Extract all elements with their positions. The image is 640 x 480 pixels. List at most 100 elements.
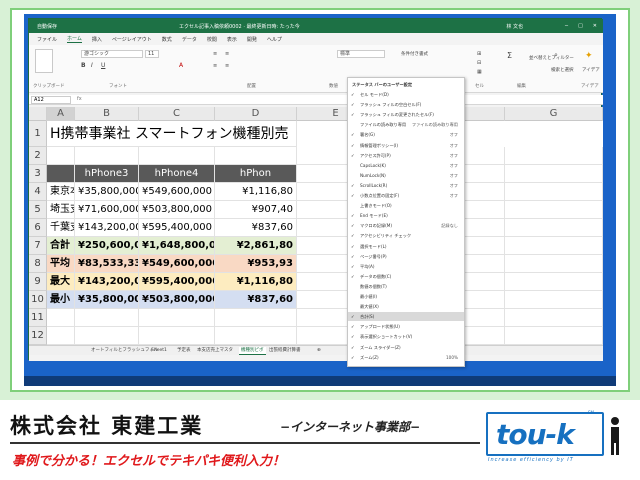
italic-icon[interactable]: I bbox=[91, 62, 93, 69]
cell[interactable]: ¥83,533,333 bbox=[75, 255, 139, 273]
column-header[interactable]: C bbox=[139, 107, 215, 121]
minimize-icon[interactable]: ─ bbox=[565, 23, 568, 29]
cell[interactable] bbox=[47, 327, 75, 345]
cell[interactable]: 東京本店 bbox=[47, 183, 75, 201]
user-name[interactable]: 林 文也 bbox=[506, 23, 523, 30]
menu-item[interactable]: CapsLock(K) オフ bbox=[348, 161, 464, 170]
cell[interactable] bbox=[215, 309, 297, 327]
menu-item[interactable]: 最大値(X) bbox=[348, 302, 464, 311]
cell[interactable]: ¥71,600,000 bbox=[75, 201, 139, 219]
menu-item[interactable]: ✓ マクロの記録(M) 記録なし bbox=[348, 221, 464, 230]
cell[interactable]: ¥953,93 bbox=[215, 255, 297, 273]
maximize-icon[interactable]: □ bbox=[578, 23, 583, 29]
cell[interactable]: ¥595,400,000 bbox=[139, 219, 215, 237]
sheet-tab[interactable]: 機種別ピボ bbox=[239, 347, 266, 355]
cell[interactable]: ¥907,40 bbox=[215, 201, 297, 219]
ribbon-tab[interactable]: ファイル bbox=[37, 36, 57, 43]
row-header[interactable]: 8 bbox=[29, 255, 47, 273]
menu-item[interactable]: 最小値(I) bbox=[348, 292, 464, 301]
cell[interactable]: 埼玉支店 bbox=[47, 201, 75, 219]
menu-item[interactable]: NumLock(N) オフ bbox=[348, 171, 464, 180]
bold-icon[interactable]: B bbox=[81, 62, 86, 69]
row-header[interactable]: 12 bbox=[29, 327, 47, 345]
sheet-tab[interactable]: 予定表 bbox=[175, 347, 193, 355]
add-sheet-icon[interactable]: ⊕ bbox=[315, 347, 323, 355]
menu-item[interactable]: ✓ ズーム スライダー(Z) bbox=[348, 343, 464, 352]
align-center-icon[interactable]: ≡ bbox=[225, 63, 229, 69]
menu-item[interactable]: ✓ 情報管理ポリシー(I) オフ bbox=[348, 141, 464, 150]
cell[interactable] bbox=[215, 327, 297, 345]
sort-filter-button[interactable]: 並べ替えとフィルター bbox=[529, 55, 574, 61]
cell[interactable]: ¥35,800,000 bbox=[75, 183, 139, 201]
row-header[interactable]: 9 bbox=[29, 273, 47, 291]
ribbon-tab[interactable]: 挿入 bbox=[92, 36, 102, 43]
conditional-format-button[interactable]: 条件付き書式 bbox=[401, 51, 428, 57]
cell[interactable]: H携帯事業社 スマートフォン機種別売 bbox=[47, 121, 297, 147]
cell[interactable]: ¥2,861,80 bbox=[215, 237, 297, 255]
menu-item[interactable]: ✓ アップロード状態(U) bbox=[348, 322, 464, 331]
cell[interactable]: 千葉支店 bbox=[47, 219, 75, 237]
autosum-icon[interactable]: Σ bbox=[507, 51, 512, 60]
select-all-corner[interactable] bbox=[29, 107, 47, 121]
cell[interactable]: 平均 bbox=[47, 255, 75, 273]
insert-cell-icon[interactable]: ⊞ bbox=[477, 51, 481, 57]
menu-item[interactable]: 上書きモード(O) bbox=[348, 201, 464, 210]
cell[interactable]: ¥837,60 bbox=[215, 219, 297, 237]
font-name-select[interactable]: 游ゴシック bbox=[81, 50, 143, 58]
ribbon-tab[interactable]: 校閲 bbox=[207, 36, 217, 43]
ribbon-tab[interactable]: データ bbox=[182, 36, 197, 43]
menu-item[interactable]: ✓ ScrollLock(R) オフ bbox=[348, 181, 464, 190]
menu-item[interactable]: ✓ フラッシュ フィルの空白セル(F) bbox=[348, 100, 464, 109]
cell[interactable]: hPhone4 bbox=[139, 165, 215, 183]
autosave-label[interactable]: 自動保存 bbox=[37, 23, 57, 30]
sheet-tab[interactable]: Sheet1 bbox=[149, 347, 169, 355]
menu-item[interactable]: 数値の個数(T) bbox=[348, 282, 464, 291]
cell[interactable] bbox=[47, 165, 75, 183]
menu-item[interactable]: ✓ データの個数(C) bbox=[348, 272, 464, 281]
cell[interactable] bbox=[75, 147, 139, 165]
column-header[interactable]: B bbox=[75, 107, 139, 121]
column-header[interactable]: A bbox=[47, 107, 75, 121]
row-header[interactable]: 11 bbox=[29, 309, 47, 327]
menu-item[interactable]: ✓ アクセシビリティ チェック bbox=[348, 231, 464, 240]
cell[interactable] bbox=[505, 219, 603, 237]
cell[interactable]: ¥35,800,000 bbox=[75, 291, 139, 309]
row-header[interactable]: 3 bbox=[29, 165, 47, 183]
row-header[interactable]: 10 bbox=[29, 291, 47, 309]
ribbon-tab[interactable]: 数式 bbox=[162, 36, 172, 43]
ribbon-tab[interactable]: ホーム bbox=[67, 35, 82, 43]
cell[interactable]: 最大 bbox=[47, 273, 75, 291]
cell[interactable]: ¥250,600,000 bbox=[75, 237, 139, 255]
cell[interactable] bbox=[505, 237, 603, 255]
cell[interactable]: ¥1,648,800,000 bbox=[139, 237, 215, 255]
cell[interactable] bbox=[75, 327, 139, 345]
cell[interactable] bbox=[47, 309, 75, 327]
cell[interactable] bbox=[47, 147, 75, 165]
cell[interactable]: ¥143,200,000 bbox=[75, 273, 139, 291]
find-icon[interactable]: ⌕ bbox=[554, 51, 558, 60]
ribbon-tab[interactable]: 開発 bbox=[247, 36, 257, 43]
cell[interactable] bbox=[215, 147, 297, 165]
cell[interactable] bbox=[139, 327, 215, 345]
cell[interactable]: hPhon bbox=[215, 165, 297, 183]
menu-item[interactable]: ✓ ページ番号(P) bbox=[348, 252, 464, 261]
menu-item[interactable]: ✓ フラッシュ フィルの変更されたセル(F) bbox=[348, 110, 464, 119]
number-format-select[interactable]: 標準 bbox=[337, 50, 385, 58]
cell[interactable]: ¥503,800,000 bbox=[139, 291, 215, 309]
menu-item[interactable]: ✓ ズーム(Z) 100% bbox=[348, 353, 464, 362]
cell[interactable] bbox=[505, 147, 603, 165]
row-header[interactable]: 5 bbox=[29, 201, 47, 219]
font-color-icon[interactable]: A bbox=[179, 62, 183, 69]
menu-item[interactable]: ✓ 署名(G) オフ bbox=[348, 130, 464, 139]
menu-item[interactable]: ✓ セル モード(D) bbox=[348, 90, 464, 99]
cell[interactable]: hPhone3 bbox=[75, 165, 139, 183]
status-bar[interactable] bbox=[29, 355, 603, 361]
menu-item[interactable]: ✓ 平均(A) bbox=[348, 262, 464, 271]
cell[interactable] bbox=[505, 327, 603, 345]
cell[interactable]: ¥1,116,80 bbox=[215, 183, 297, 201]
cell[interactable] bbox=[75, 309, 139, 327]
row-header[interactable]: 7 bbox=[29, 237, 47, 255]
fx-icon[interactable]: fx bbox=[77, 96, 82, 102]
cell[interactable] bbox=[505, 291, 603, 309]
cell[interactable] bbox=[505, 165, 603, 183]
